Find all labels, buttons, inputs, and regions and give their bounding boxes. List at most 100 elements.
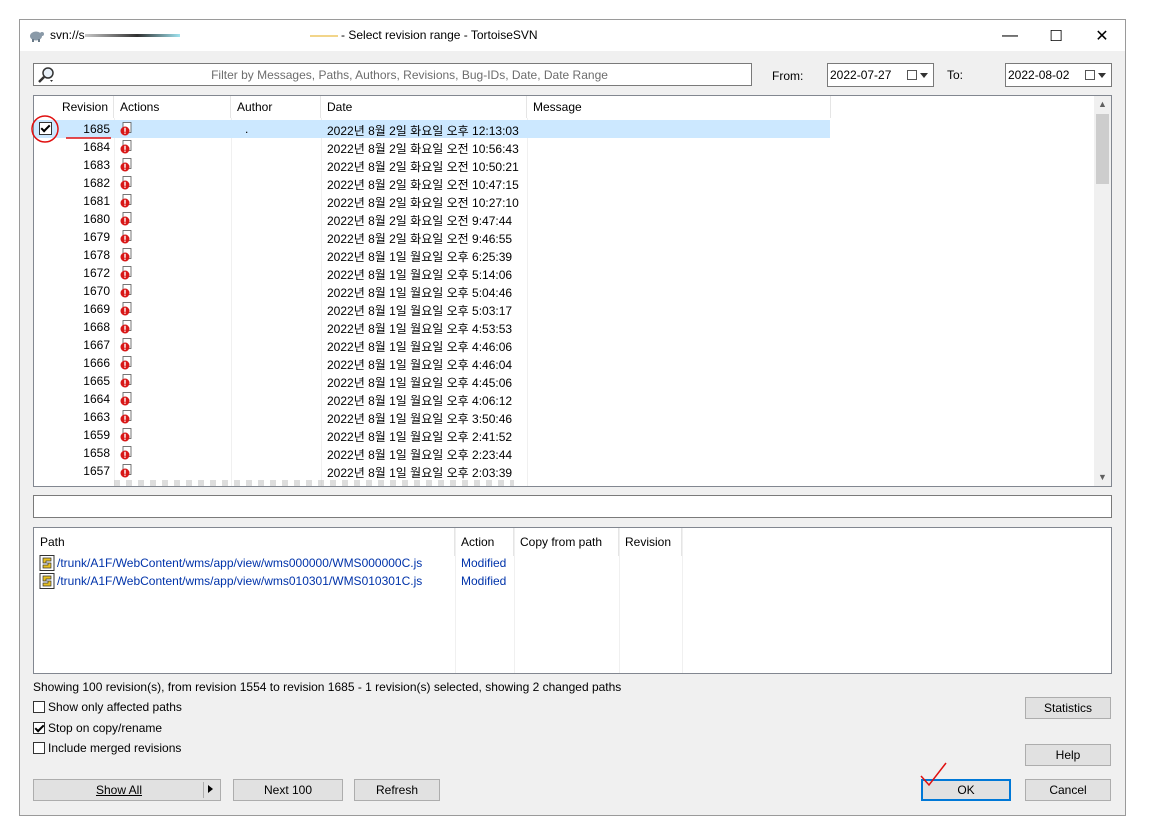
column-header-copy-from-path[interactable]: Copy from path — [514, 528, 619, 556]
revision-row[interactable]: 1665 2022년 8월 1일 월요일 오후 4:45:06 — [34, 372, 830, 390]
revision-row[interactable]: 1669 2022년 8월 1일 월요일 오후 5:03:17 — [34, 300, 830, 318]
show-all-label[interactable]: Show All — [34, 783, 204, 797]
column-header-actions[interactable]: Actions — [114, 96, 231, 118]
revision-row[interactable]: 1684 2022년 8월 2일 화요일 오전 10:56:43 — [34, 138, 830, 156]
revision-number: 1681 — [83, 194, 110, 208]
calendar-icon[interactable] — [907, 70, 917, 80]
calendar-icon[interactable] — [1085, 70, 1095, 80]
tortoise-icon — [30, 31, 44, 42]
revision-row[interactable]: 1663 2022년 8월 1일 월요일 오후 3:50:46 — [34, 408, 830, 426]
show-all-split-button[interactable]: Show All — [33, 779, 221, 801]
split-divider — [203, 782, 204, 798]
path-link[interactable]: /trunk/A1F/WebContent/wms/app/view/wms01… — [57, 574, 422, 588]
scroll-up-arrow-icon[interactable]: ▲ — [1094, 96, 1111, 113]
dialog-window: svn://s - Select revision range - Tortoi… — [19, 19, 1126, 816]
next-100-button[interactable]: Next 100 — [233, 779, 343, 801]
minimize-button[interactable]: — — [987, 20, 1033, 51]
revision-row[interactable]: 1664 2022년 8월 1일 월요일 오후 4:06:12 — [34, 390, 830, 408]
revision-row[interactable]: 1681 2022년 8월 2일 화요일 오전 10:27:10 — [34, 192, 830, 210]
vertical-scrollbar[interactable]: ▲ ▼ — [1094, 96, 1111, 486]
dropdown-arrow-icon[interactable] — [1098, 73, 1106, 78]
column-header-date[interactable]: Date — [321, 96, 527, 118]
revision-date: 2022년 8월 1일 월요일 오후 6:25:39 — [327, 250, 513, 264]
revision-number: 1679 — [83, 230, 110, 244]
path-action: Modified — [461, 574, 507, 588]
redacted-block — [84, 34, 180, 38]
revision-row[interactable]: 1682 2022년 8월 2일 화요일 오전 10:47:15 — [34, 174, 830, 192]
revision-date: 2022년 8월 1일 월요일 오후 4:45:06 — [327, 376, 513, 390]
revision-row[interactable]: 1668 2022년 8월 1일 월요일 오후 4:53:53 — [34, 318, 830, 336]
dropdown-right-arrow-icon[interactable] — [208, 785, 213, 793]
log-message-box[interactable] — [33, 495, 1112, 518]
redacted-block-2 — [309, 34, 338, 37]
revision-date: 2022년 8월 2일 화요일 오후 12:13:03 — [327, 124, 519, 138]
revision-row[interactable]: 1657 2022년 8월 1일 월요일 오후 2:03:39 — [34, 462, 830, 480]
modified-action-icon — [120, 248, 132, 262]
revision-row[interactable]: 1659 2022년 8월 1일 월요일 오후 2:41:52 — [34, 426, 830, 444]
revision-date: 2022년 8월 1일 월요일 오후 4:53:53 — [327, 322, 513, 336]
refresh-button[interactable]: Refresh — [354, 779, 440, 801]
ok-button[interactable]: OK — [921, 779, 1011, 801]
column-header-revision[interactable]: Revision — [34, 96, 114, 118]
checkbox-box[interactable] — [33, 722, 45, 734]
revision-list[interactable]: Revision Actions Author Date Message 168… — [33, 95, 1112, 487]
modified-action-icon — [120, 320, 132, 334]
include-merged-checkbox[interactable]: Include merged revisions — [33, 741, 181, 755]
from-date-picker[interactable]: 2022-07-27 — [827, 63, 934, 87]
dropdown-arrow-icon[interactable] — [920, 73, 928, 78]
revision-date: 2022년 8월 2일 화요일 오전 10:56:43 — [327, 142, 519, 156]
column-header-message[interactable]: Message — [527, 96, 831, 118]
revision-number: 1666 — [83, 356, 110, 370]
column-header-action[interactable]: Action — [455, 528, 514, 556]
modified-action-icon — [120, 284, 132, 298]
revision-row[interactable]: 1672 2022년 8월 1일 월요일 오후 5:14:06 — [34, 264, 830, 282]
scroll-down-arrow-icon[interactable]: ▼ — [1094, 469, 1111, 486]
revision-row[interactable]: 1670 2022년 8월 1일 월요일 오후 5:04:46 — [34, 282, 830, 300]
revision-number: 1665 — [83, 374, 110, 388]
revision-number: 1658 — [83, 446, 110, 460]
close-button[interactable]: ✕ — [1079, 20, 1125, 51]
revision-date: 2022년 8월 2일 화요일 오전 9:46:55 — [327, 232, 513, 246]
revision-row[interactable]: 1667 2022년 8월 1일 월요일 오후 4:46:06 — [34, 336, 830, 354]
revision-row[interactable]: 1680 2022년 8월 2일 화요일 오전 9:47:44 — [34, 210, 830, 228]
revision-row[interactable]: 1658 2022년 8월 1일 월요일 오후 2:23:44 — [34, 444, 830, 462]
search-icon[interactable] — [36, 66, 56, 84]
column-divider — [455, 528, 456, 673]
revision-row[interactable]: 1666 2022년 8월 1일 월요일 오후 4:46:04 — [34, 354, 830, 372]
column-header-author[interactable]: Author — [231, 96, 321, 118]
column-header-path[interactable]: Path — [34, 528, 455, 556]
revision-row[interactable]: 1679 2022년 8월 2일 화요일 오전 9:46:55 — [34, 228, 830, 246]
filter-input[interactable]: Filter by Messages, Paths, Authors, Revi… — [33, 63, 752, 86]
modified-action-icon — [120, 464, 132, 478]
changed-paths-list[interactable]: Path Action Copy from path Revision /tru… — [33, 527, 1112, 674]
maximize-button[interactable]: ☐ — [1033, 20, 1079, 51]
revision-row[interactable]: 1683 2022년 8월 2일 화요일 오전 10:50:21 — [34, 156, 830, 174]
statistics-button[interactable]: Statistics — [1025, 697, 1111, 719]
revision-number: 1685 — [83, 122, 110, 136]
revision-row[interactable]: 1678 2022년 8월 1일 월요일 오후 6:25:39 — [34, 246, 830, 264]
modified-action-icon — [120, 374, 132, 388]
scrollbar-thumb[interactable] — [1096, 114, 1109, 184]
revision-row[interactable]: 1685. 2022년 8월 2일 화요일 오후 12:13:03 — [34, 120, 830, 138]
title-bar: svn://s - Select revision range - Tortoi… — [20, 20, 1125, 51]
revision-number: 1680 — [83, 212, 110, 226]
column-header-path-revision[interactable]: Revision — [619, 528, 682, 556]
modified-action-icon — [120, 392, 132, 406]
checkbox-box[interactable] — [33, 701, 45, 713]
modified-action-icon — [120, 122, 132, 136]
status-text: Showing 100 revision(s), from revision 1… — [33, 680, 622, 694]
column-divider — [682, 528, 683, 673]
checkbox-box[interactable] — [33, 742, 45, 754]
to-date-picker[interactable]: 2022-08-02 — [1005, 63, 1112, 87]
stop-on-copy-checkbox[interactable]: Stop on copy/rename — [33, 721, 162, 735]
help-button[interactable]: Help — [1025, 744, 1111, 766]
cancel-button[interactable]: Cancel — [1025, 779, 1111, 801]
to-label: To: — [947, 68, 964, 82]
partial-row — [114, 480, 514, 486]
show-only-affected-checkbox[interactable]: Show only affected paths — [33, 700, 182, 714]
from-label: From: — [772, 69, 804, 83]
column-divider — [619, 528, 620, 673]
revision-date: 2022년 8월 2일 화요일 오전 10:50:21 — [327, 160, 519, 174]
path-link[interactable]: /trunk/A1F/WebContent/wms/app/view/wms00… — [57, 556, 422, 570]
revision-date: 2022년 8월 1일 월요일 오후 5:04:46 — [327, 286, 513, 300]
